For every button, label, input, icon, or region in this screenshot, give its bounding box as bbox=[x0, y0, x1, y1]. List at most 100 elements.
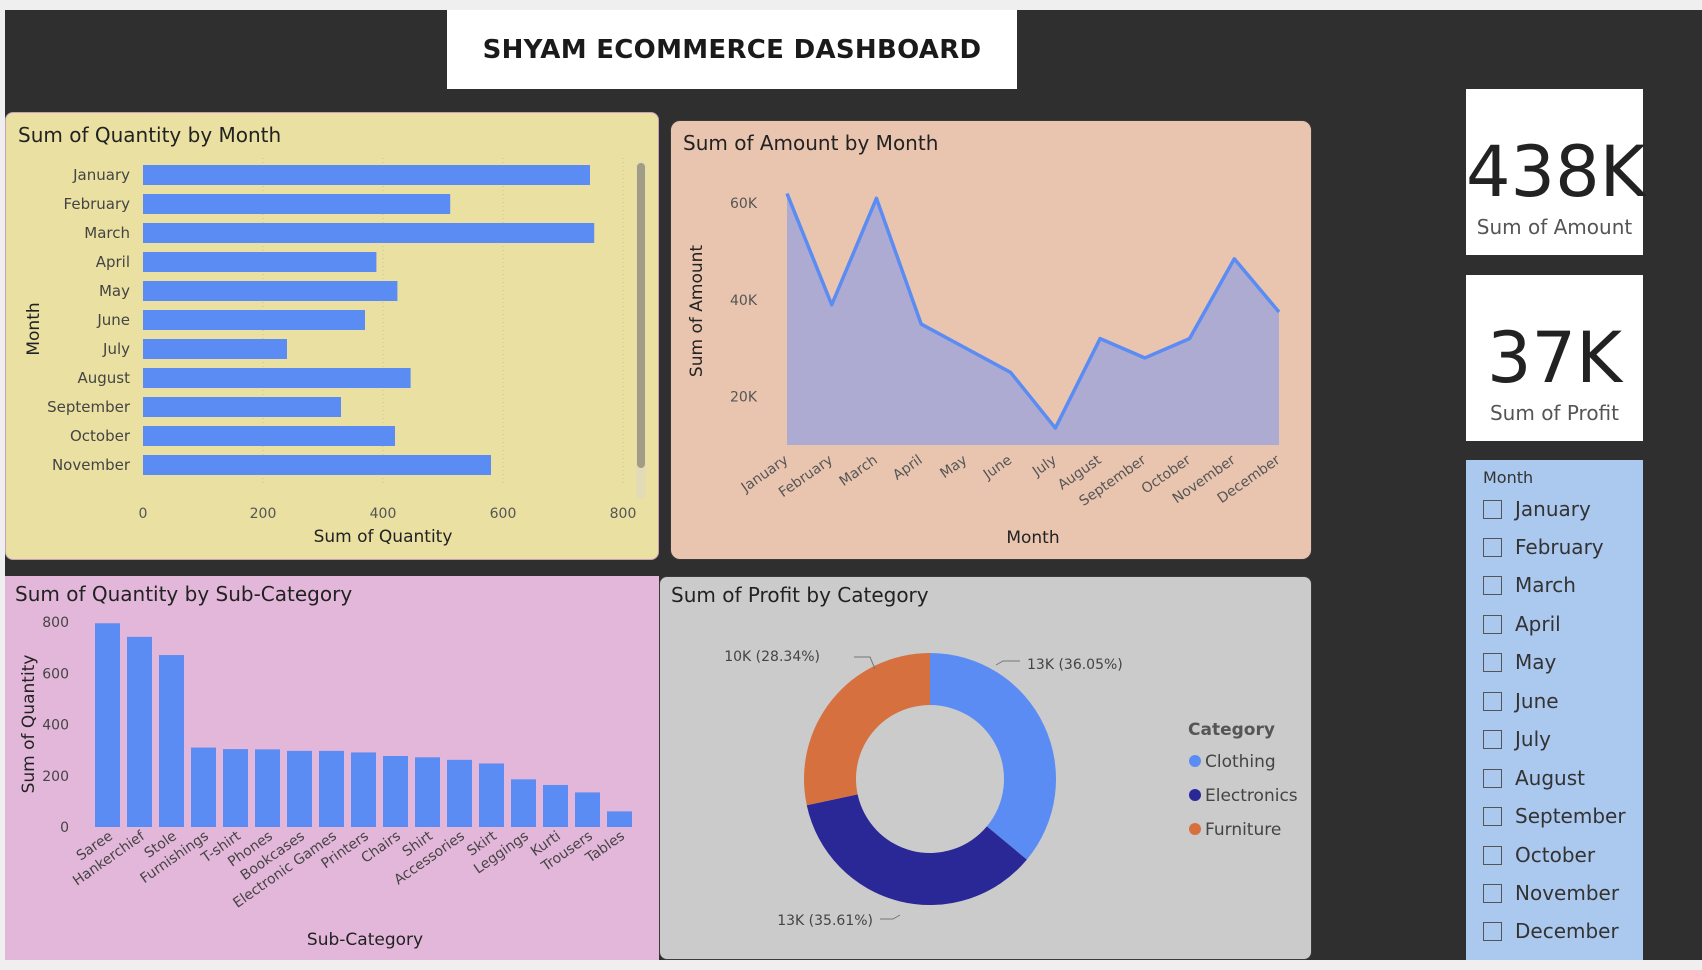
month-slicer[interactable]: Month January February March April May J… bbox=[1466, 460, 1643, 960]
bar bbox=[143, 397, 341, 417]
y-tick-label: February bbox=[64, 195, 131, 213]
bar bbox=[143, 194, 451, 214]
donut-slice bbox=[806, 794, 1027, 905]
y-tick-label: 0 bbox=[60, 820, 69, 836]
x-axis-label: Sum of Quantity bbox=[314, 527, 453, 547]
amount-by-month-panel[interactable]: Sum of Amount by Month 20K 40K 60K January F… bbox=[670, 120, 1312, 560]
bar bbox=[255, 749, 280, 827]
data-label: 10K (28.34%) bbox=[724, 649, 820, 665]
slicer-item-label: December bbox=[1515, 919, 1619, 943]
slicer-item-may[interactable]: May bbox=[1483, 647, 1556, 677]
checkbox[interactable] bbox=[1483, 652, 1502, 672]
quantity-by-subcategory-panel[interactable]: Sum of Quantity by Sub-Category 0 200 400 6… bbox=[5, 576, 659, 960]
x-tick-label: 400 bbox=[370, 506, 397, 522]
slicer-item-march[interactable]: March bbox=[1483, 570, 1576, 600]
bar bbox=[143, 165, 590, 185]
bar bbox=[351, 752, 376, 827]
data-label: 13K (35.61%) bbox=[777, 913, 873, 929]
checkbox[interactable] bbox=[1483, 883, 1502, 903]
slicer-item-label: June bbox=[1515, 689, 1559, 713]
checkbox[interactable] bbox=[1483, 691, 1502, 711]
y-tick-label: 600 bbox=[42, 666, 69, 682]
checkbox[interactable] bbox=[1483, 537, 1502, 557]
y-tick-label: August bbox=[78, 369, 131, 387]
y-tick-label: September bbox=[47, 398, 131, 416]
x-tick-label: 0 bbox=[139, 506, 148, 522]
donut-slice bbox=[804, 653, 930, 806]
profit-by-category-panel[interactable]: Sum of Profit by Category 13K (36.05%) 13… bbox=[659, 576, 1312, 960]
x-tick-label: June bbox=[980, 452, 1015, 483]
slicer-item-label: April bbox=[1515, 612, 1561, 636]
legend-swatch bbox=[1189, 755, 1201, 767]
slicer-item-august[interactable]: August bbox=[1483, 763, 1585, 793]
bar bbox=[287, 750, 312, 827]
bar bbox=[143, 252, 377, 272]
x-tick-label: April bbox=[890, 452, 925, 483]
checkbox[interactable] bbox=[1483, 499, 1502, 519]
x-axis-label: Sub-Category bbox=[307, 930, 423, 950]
y-tick-label: July bbox=[102, 340, 130, 358]
slicer-item-july[interactable]: July bbox=[1483, 724, 1551, 754]
legend-swatch bbox=[1189, 823, 1201, 835]
slicer-item-label: November bbox=[1515, 881, 1620, 905]
y-tick-label: January bbox=[72, 166, 130, 184]
y-axis-label: Sum of Amount bbox=[687, 245, 707, 377]
quantity-by-subcategory-chart: 0200400600800SareeHankerchiefStoleFurnis… bbox=[19, 615, 632, 950]
slicer-header: Month bbox=[1483, 468, 1534, 487]
slicer-item-november[interactable]: November bbox=[1483, 878, 1619, 908]
slicer-item-december[interactable]: December bbox=[1483, 916, 1619, 946]
sum-of-profit-card: 37K Sum of Profit bbox=[1466, 275, 1643, 441]
bar bbox=[319, 750, 344, 827]
bar bbox=[447, 759, 472, 827]
checkbox[interactable] bbox=[1483, 921, 1502, 941]
slicer-item-february[interactable]: February bbox=[1483, 532, 1604, 562]
legend-title: Category bbox=[1188, 720, 1275, 740]
slicer-item-june[interactable]: June bbox=[1483, 686, 1559, 716]
bar bbox=[191, 747, 216, 827]
checkbox[interactable] bbox=[1483, 614, 1502, 634]
checkbox[interactable] bbox=[1483, 845, 1502, 865]
legend-label: Furniture bbox=[1205, 820, 1281, 840]
dashboard-title-box: SHYAM ECOMMERCE DASHBOARD bbox=[447, 10, 1017, 89]
bar bbox=[143, 455, 491, 475]
data-label: 13K (36.05%) bbox=[1027, 657, 1123, 673]
legend-label: Clothing bbox=[1205, 752, 1276, 772]
y-tick-label: 60K bbox=[730, 196, 758, 212]
scrollbar-thumb[interactable] bbox=[637, 163, 645, 468]
slicer-item-april[interactable]: April bbox=[1483, 609, 1561, 639]
sum-of-profit-label: Sum of Profit bbox=[1489, 401, 1619, 425]
dashboard-title: SHYAM ECOMMERCE DASHBOARD bbox=[482, 34, 982, 65]
sum-of-amount-label: Sum of Amount bbox=[1476, 215, 1633, 239]
x-axis-label: Month bbox=[1006, 528, 1059, 548]
donut-slice bbox=[930, 653, 1056, 860]
checkbox[interactable] bbox=[1483, 768, 1502, 788]
bar bbox=[143, 368, 411, 388]
bar bbox=[415, 757, 440, 827]
slicer-item-label: October bbox=[1515, 843, 1596, 867]
x-tick-label: May bbox=[937, 452, 970, 482]
bar bbox=[575, 792, 600, 827]
bar bbox=[223, 749, 248, 827]
checkbox[interactable] bbox=[1483, 806, 1502, 826]
slicer-item-september[interactable]: September bbox=[1483, 801, 1626, 831]
checkbox[interactable] bbox=[1483, 729, 1502, 749]
slicer-item-label: September bbox=[1515, 804, 1626, 828]
bar bbox=[143, 310, 365, 330]
bar bbox=[543, 784, 568, 827]
slicer-item-label: March bbox=[1515, 573, 1576, 597]
amount-by-month-chart: 20K40K60KJanuaryFebruary March April May Jun… bbox=[687, 192, 1283, 548]
sum-of-amount-card: 438K Sum of Amount bbox=[1466, 89, 1646, 255]
bar bbox=[143, 223, 595, 243]
checkbox[interactable] bbox=[1483, 575, 1502, 595]
x-tick-label: March bbox=[837, 452, 881, 490]
scrollbar[interactable] bbox=[636, 161, 646, 499]
bar bbox=[607, 811, 632, 827]
bar bbox=[143, 281, 398, 301]
leader-line bbox=[995, 660, 1020, 666]
y-tick-label: 20K bbox=[730, 390, 758, 406]
slicer-item-january[interactable]: January bbox=[1483, 494, 1591, 524]
quantity-by-month-panel[interactable]: Sum of Quantity by Month 0 200 400 600 800 Ja… bbox=[5, 112, 659, 560]
legend-label: Electronics bbox=[1205, 786, 1298, 806]
sum-of-profit-value: 37K bbox=[1487, 317, 1622, 399]
slicer-item-october[interactable]: October bbox=[1483, 840, 1595, 870]
